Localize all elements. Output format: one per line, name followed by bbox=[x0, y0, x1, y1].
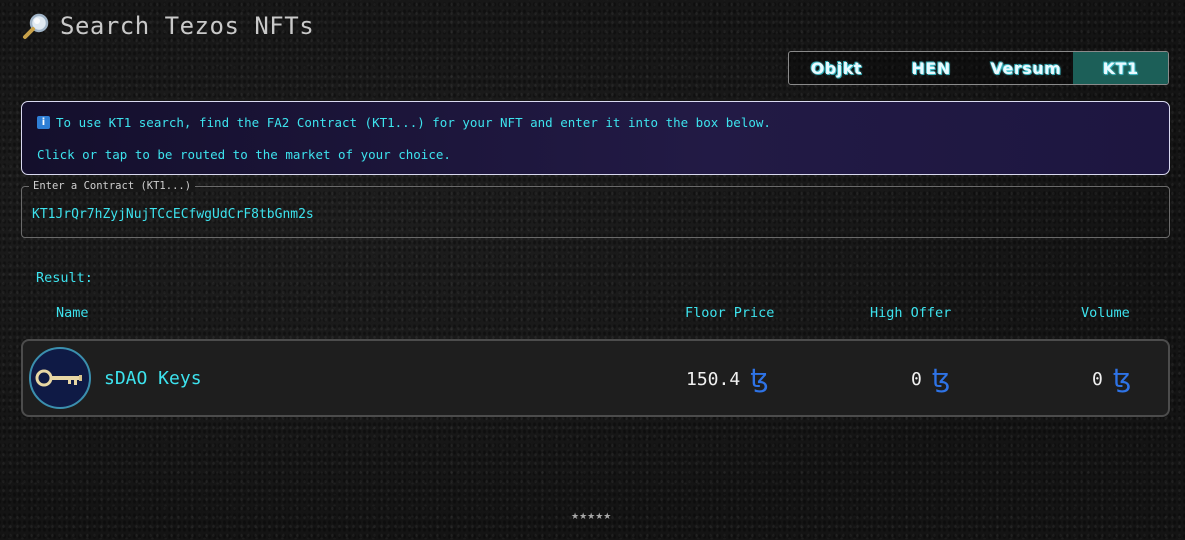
tab-hen[interactable]: HEN bbox=[884, 52, 979, 84]
contract-field-label: Enter a Contract (KT1...) bbox=[29, 180, 196, 192]
info-icon: i bbox=[37, 116, 50, 129]
floor-price-value: 150.4 bbox=[686, 368, 741, 390]
magnifier-icon bbox=[23, 13, 49, 39]
column-header-volume: Volume bbox=[1081, 305, 1130, 321]
tez-icon: ꜩ bbox=[931, 364, 951, 394]
key-icon bbox=[35, 369, 82, 387]
contract-field: Enter a Contract (KT1...) bbox=[21, 180, 1170, 238]
tab-objkt[interactable]: Objkt bbox=[789, 52, 884, 84]
page-header: Search Tezos NFTs bbox=[22, 10, 314, 42]
column-header-high-offer: High Offer bbox=[870, 305, 952, 321]
result-label: Result: bbox=[36, 270, 93, 286]
footer-stars: ★★★★★ bbox=[571, 512, 612, 522]
result-row[interactable]: sDAO Keys 150.4 ꜩ 0 ꜩ 0 ꜩ bbox=[21, 339, 1170, 417]
contract-input[interactable] bbox=[32, 204, 1152, 224]
tez-icon: ꜩ bbox=[1112, 364, 1132, 394]
column-header-floor-price: Floor Price bbox=[685, 305, 775, 321]
high-offer-cell: 0 ꜩ bbox=[911, 365, 950, 393]
market-tabs: Objkt HEN Versum KT1 bbox=[788, 51, 1169, 85]
page-title: Search Tezos NFTs bbox=[60, 12, 315, 40]
info-line-1: i To use KT1 search, find the FA2 Contra… bbox=[37, 115, 771, 130]
high-offer-value: 0 bbox=[911, 368, 922, 390]
volume-cell: 0 ꜩ bbox=[1092, 365, 1131, 393]
floor-price-cell: 150.4 ꜩ bbox=[686, 365, 769, 393]
column-header-name: Name bbox=[56, 305, 89, 321]
collection-avatar bbox=[29, 347, 91, 409]
tab-versum[interactable]: Versum bbox=[979, 52, 1074, 84]
tez-icon: ꜩ bbox=[750, 364, 769, 394]
info-text-2: Click or tap to be routed to the market … bbox=[37, 147, 451, 162]
collection-name: sDAO Keys bbox=[104, 368, 202, 389]
info-banner: i To use KT1 search, find the FA2 Contra… bbox=[21, 101, 1170, 175]
volume-value: 0 bbox=[1092, 368, 1103, 390]
tab-kt1[interactable]: KT1 bbox=[1073, 52, 1168, 84]
info-text-1: To use KT1 search, find the FA2 Contract… bbox=[56, 115, 771, 130]
